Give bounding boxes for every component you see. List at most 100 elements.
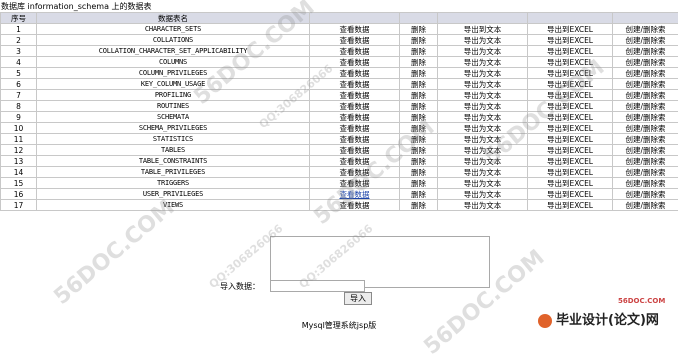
view-data-link[interactable]: 查看数据 <box>340 201 370 210</box>
export-text-link[interactable]: 导出为文本 <box>464 190 502 199</box>
view-data-link[interactable]: 查看数据 <box>340 157 370 166</box>
export-excel-link[interactable]: 导出到EXCEL <box>547 47 593 56</box>
import-input[interactable] <box>270 280 365 292</box>
table-name: KEY_COLUMN_USAGE <box>141 80 205 88</box>
delete-link[interactable]: 删除 <box>411 157 426 166</box>
column-header-name: 数据表名 <box>37 13 310 24</box>
view-data-link[interactable]: 查看数据 <box>340 58 370 67</box>
table-name: SCHEMATA <box>157 113 189 121</box>
export-text-link[interactable]: 导出为文本 <box>464 124 502 133</box>
export-excel-link[interactable]: 导出到EXCEL <box>547 69 593 78</box>
view-data-link[interactable]: 查看数据 <box>340 124 370 133</box>
row-number: 12 <box>14 146 24 155</box>
export-excel-link[interactable]: 导出到EXCEL <box>547 124 593 133</box>
export-excel-link[interactable]: 导出到EXCEL <box>547 157 593 166</box>
delete-link[interactable]: 删除 <box>411 69 426 78</box>
create-delete-index-link[interactable]: 创建/删除索 <box>625 69 665 78</box>
create-delete-index-link[interactable]: 创建/删除索 <box>625 135 665 144</box>
export-text-link[interactable]: 导出为文本 <box>464 201 502 210</box>
view-data-link[interactable]: 查看数据 <box>340 80 370 89</box>
view-data-link[interactable]: 查看数据 <box>340 168 370 177</box>
table-name: SCHEMA_PRIVILEGES <box>139 124 207 132</box>
export-excel-link[interactable]: 导出到EXCEL <box>547 36 593 45</box>
export-text-link[interactable]: 导出为文本 <box>464 135 502 144</box>
view-data-link[interactable]: 查看数据 <box>340 146 370 155</box>
brand-dot-icon <box>538 314 552 328</box>
view-data-link[interactable]: 查看数据 <box>340 113 370 122</box>
create-delete-index-link[interactable]: 创建/删除索 <box>625 168 665 177</box>
export-excel-link[interactable]: 导出到EXCEL <box>547 25 593 34</box>
delete-link[interactable]: 删除 <box>411 135 426 144</box>
import-label: 导入数据： <box>220 281 260 292</box>
create-delete-index-link[interactable]: 创建/删除索 <box>625 47 665 56</box>
export-excel-link[interactable]: 导出到EXCEL <box>547 102 593 111</box>
export-excel-link[interactable]: 导出到EXCEL <box>547 80 593 89</box>
delete-link[interactable]: 删除 <box>411 124 426 133</box>
create-delete-index-link[interactable]: 创建/删除索 <box>625 179 665 188</box>
export-excel-link[interactable]: 导出到EXCEL <box>547 168 593 177</box>
export-excel-link[interactable]: 导出到EXCEL <box>547 179 593 188</box>
delete-link[interactable]: 删除 <box>411 25 426 34</box>
export-text-link[interactable]: 导出为文本 <box>464 47 502 56</box>
delete-link[interactable]: 删除 <box>411 146 426 155</box>
column-header-view <box>310 13 400 24</box>
table-row: 4COLUMNS查看数据删除导出为文本导出到EXCEL创建/删除索 <box>1 57 678 68</box>
export-text-link[interactable]: 导出为文本 <box>464 146 502 155</box>
export-excel-link[interactable]: 导出到EXCEL <box>547 146 593 155</box>
create-delete-index-link[interactable]: 创建/删除索 <box>625 36 665 45</box>
create-delete-index-link[interactable]: 创建/删除索 <box>625 157 665 166</box>
delete-link[interactable]: 删除 <box>411 47 426 56</box>
delete-link[interactable]: 删除 <box>411 201 426 210</box>
export-excel-link[interactable]: 导出到EXCEL <box>547 113 593 122</box>
create-delete-index-link[interactable]: 创建/删除索 <box>625 91 665 100</box>
export-text-link[interactable]: 导出为文本 <box>464 69 502 78</box>
export-text-link[interactable]: 导出为文本 <box>464 168 502 177</box>
create-delete-index-link[interactable]: 创建/删除索 <box>625 58 665 67</box>
delete-link[interactable]: 删除 <box>411 190 426 199</box>
create-delete-index-link[interactable]: 创建/删除索 <box>625 102 665 111</box>
create-delete-index-link[interactable]: 创建/删除索 <box>625 146 665 155</box>
export-excel-link[interactable]: 导出到EXCEL <box>547 135 593 144</box>
export-excel-link[interactable]: 导出到EXCEL <box>547 190 593 199</box>
view-data-link[interactable]: 查看数据 <box>340 25 370 34</box>
export-excel-link[interactable]: 导出到EXCEL <box>547 91 593 100</box>
export-text-link[interactable]: 导出为文本 <box>464 179 502 188</box>
delete-link[interactable]: 删除 <box>411 58 426 67</box>
export-text-link[interactable]: 导出为文本 <box>464 36 502 45</box>
view-data-link[interactable]: 查看数据 <box>340 91 370 100</box>
delete-link[interactable]: 删除 <box>411 113 426 122</box>
create-delete-index-link[interactable]: 创建/删除索 <box>625 80 665 89</box>
import-button[interactable]: 导入 <box>344 292 372 305</box>
delete-link[interactable]: 删除 <box>411 80 426 89</box>
view-data-link[interactable]: 查看数据 <box>340 36 370 45</box>
delete-link[interactable]: 删除 <box>411 179 426 188</box>
delete-link[interactable]: 删除 <box>411 102 426 111</box>
export-text-link[interactable]: 导出为文本 <box>464 102 502 111</box>
export-text-link[interactable]: 导出为文本 <box>464 91 502 100</box>
create-delete-index-link[interactable]: 创建/删除索 <box>625 113 665 122</box>
create-delete-index-link[interactable]: 创建/删除索 <box>625 201 665 210</box>
view-data-link[interactable]: 查看数据 <box>340 190 370 199</box>
create-delete-index-link[interactable]: 创建/删除索 <box>625 124 665 133</box>
watermark: 56DOC.COM <box>49 195 179 310</box>
delete-link[interactable]: 删除 <box>411 36 426 45</box>
export-text-link[interactable]: 导出为文本 <box>464 157 502 166</box>
export-excel-link[interactable]: 导出到EXCEL <box>547 58 593 67</box>
create-delete-index-link[interactable]: 创建/删除索 <box>625 25 665 34</box>
delete-link[interactable]: 删除 <box>411 91 426 100</box>
view-data-link[interactable]: 查看数据 <box>340 69 370 78</box>
export-text-link[interactable]: 导出到文本 <box>464 25 502 34</box>
row-number: 11 <box>14 135 24 144</box>
export-text-link[interactable]: 导出为文本 <box>464 113 502 122</box>
export-excel-link[interactable]: 导出到EXCEL <box>547 201 593 210</box>
view-data-link[interactable]: 查看数据 <box>340 179 370 188</box>
create-delete-index-link[interactable]: 创建/删除索 <box>625 190 665 199</box>
view-data-link[interactable]: 查看数据 <box>340 47 370 56</box>
delete-link[interactable]: 删除 <box>411 168 426 177</box>
export-text-link[interactable]: 导出为文本 <box>464 58 502 67</box>
view-data-link[interactable]: 查看数据 <box>340 135 370 144</box>
view-data-link[interactable]: 查看数据 <box>340 102 370 111</box>
export-text-link[interactable]: 导出为文本 <box>464 80 502 89</box>
tables-list: 序号 数据表名 1CHARACTER_SETS查看数据删除导出到文本导出到EXC… <box>0 12 678 211</box>
row-number: 7 <box>16 91 21 100</box>
